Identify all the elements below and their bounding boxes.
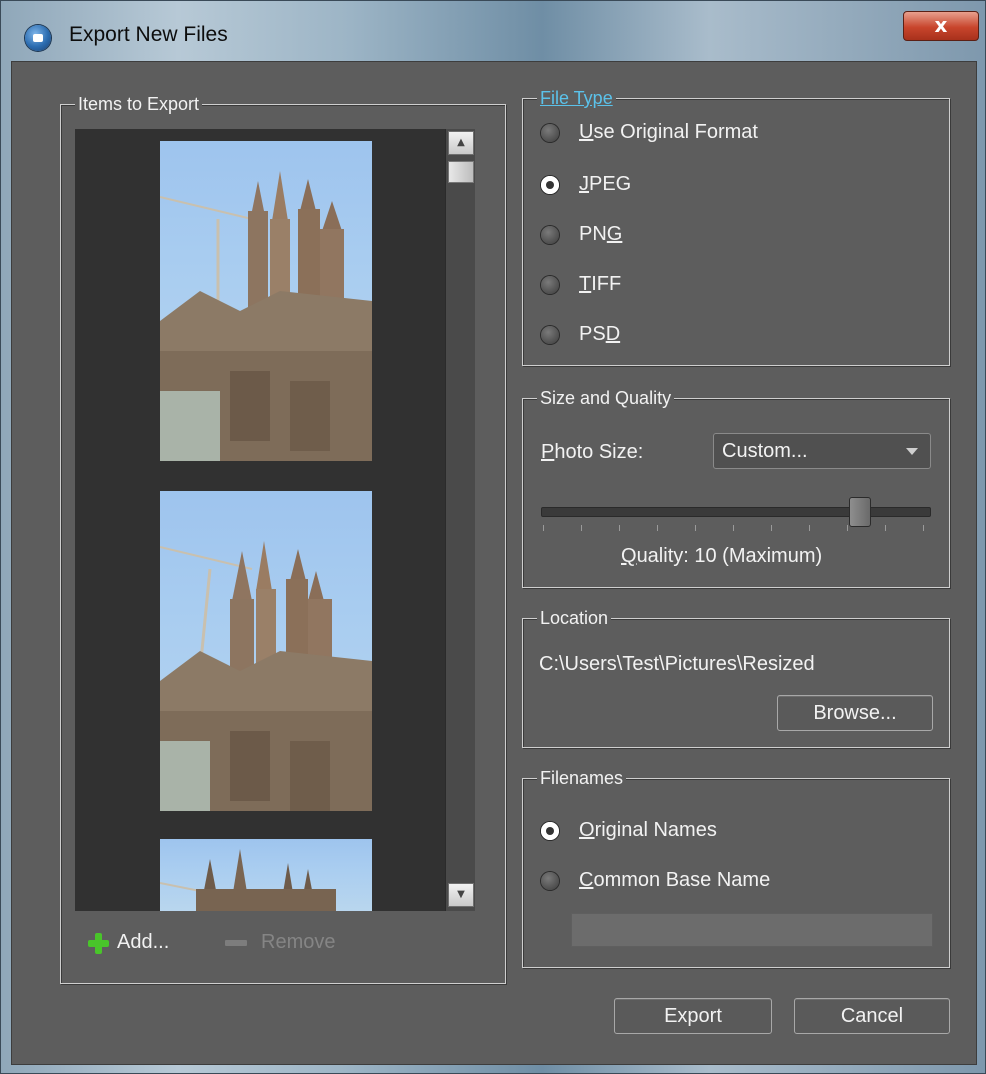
thumbnail-item[interactable] [160, 839, 372, 911]
radio-label: Common Base Name [579, 869, 771, 891]
location-group: Location C:\Users\Test\Pictures\Resized … [522, 606, 950, 748]
radio-psd[interactable]: PSD [541, 323, 620, 346]
slider-tick [923, 525, 924, 531]
slider-tick [771, 525, 772, 531]
items-to-export-legend: Items to Export [75, 92, 203, 116]
size-quality-group: Size and Quality Photo Size: Custom... Q… [522, 386, 950, 588]
close-button[interactable]: x [903, 11, 979, 41]
add-button-label: Add... [117, 931, 170, 953]
add-plus-icon [87, 932, 109, 954]
radio-common-base-name[interactable]: Common Base Name [541, 869, 770, 892]
file-type-group: File Type Use Original Format JPEG PNG T… [522, 86, 950, 366]
radio-button[interactable] [541, 123, 559, 142]
items-scrollbar[interactable]: ▲ ▼ [445, 129, 475, 911]
radio-button[interactable] [541, 821, 559, 840]
slider-tick [581, 525, 582, 531]
cathedral-photo [160, 541, 372, 811]
slider-tick [733, 525, 734, 531]
browse-button[interactable]: Browse... [777, 695, 933, 731]
dialog-client-area: Items to Export ▲ ▼ Add... Remove File T… [11, 61, 977, 1065]
scroll-down-icon[interactable]: ▼ [448, 883, 474, 907]
dialog-window: Export New Files x Items to Export ▲ ▼ A… [0, 0, 986, 1074]
filenames-group: Filenames Original Names Common Base Nam… [522, 766, 950, 968]
slider-tick [619, 525, 620, 531]
quality-slider-handle[interactable] [849, 497, 871, 527]
slider-tick [885, 525, 886, 531]
cathedral-photo [160, 171, 372, 461]
thumbnail-item[interactable] [160, 141, 372, 461]
slider-tick [657, 525, 658, 531]
radio-tiff[interactable]: TIFF [541, 273, 621, 296]
slider-tick [695, 525, 696, 531]
slider-tick [809, 525, 810, 531]
scroll-up-icon[interactable]: ▲ [448, 131, 474, 155]
app-camera-icon [25, 25, 51, 51]
scrollbar-thumb[interactable] [448, 161, 474, 183]
radio-png[interactable]: PNG [541, 223, 622, 246]
radio-button[interactable] [541, 275, 559, 294]
radio-label: PNG [579, 223, 623, 245]
radio-jpeg[interactable]: JPEG [541, 173, 631, 196]
slider-tick [543, 525, 544, 531]
radio-label: JPEG [579, 173, 632, 195]
cancel-button[interactable]: Cancel [794, 998, 950, 1034]
photo-size-value: Custom... [722, 440, 808, 462]
photo-size-label: Photo Size: [541, 441, 644, 463]
location-path: C:\Users\Test\Pictures\Resized [539, 653, 815, 675]
radio-button[interactable] [541, 871, 559, 890]
radio-label: Use Original Format [579, 121, 758, 143]
quality-slider-track[interactable] [541, 507, 931, 517]
dropdown-arrow-icon [906, 448, 918, 455]
title-bar[interactable]: Export New Files x [1, 1, 985, 61]
items-to-export-group: Items to Export ▲ ▼ Add... Remove [60, 92, 506, 984]
location-legend: Location [537, 606, 612, 630]
radio-label: TIFF [579, 273, 622, 295]
photo-size-select[interactable]: Custom... [713, 433, 931, 469]
base-name-input[interactable] [571, 913, 933, 947]
window-title: Export New Files [69, 23, 228, 46]
file-type-legend[interactable]: File Type [537, 86, 616, 110]
thumbnail-item[interactable] [160, 491, 372, 811]
quality-label: Quality: 10 (Maximum) [621, 545, 823, 567]
add-button[interactable]: Add... [87, 931, 169, 954]
export-button[interactable]: Export [614, 998, 772, 1034]
remove-button-label: Remove [261, 931, 336, 953]
radio-use-original-format[interactable]: Use Original Format [541, 121, 758, 144]
items-list[interactable] [75, 129, 459, 911]
radio-label: PSD [579, 323, 621, 345]
radio-button[interactable] [541, 225, 559, 244]
radio-label: Original Names [579, 819, 717, 841]
radio-button[interactable] [541, 175, 559, 194]
cathedral-photo [160, 849, 336, 911]
slider-tick [847, 525, 848, 531]
size-quality-legend: Size and Quality [537, 386, 675, 410]
filenames-legend: Filenames [537, 766, 627, 790]
radio-button[interactable] [541, 325, 559, 344]
remove-minus-icon [225, 939, 247, 946]
radio-original-names[interactable]: Original Names [541, 819, 717, 842]
remove-button[interactable]: Remove [225, 931, 335, 954]
